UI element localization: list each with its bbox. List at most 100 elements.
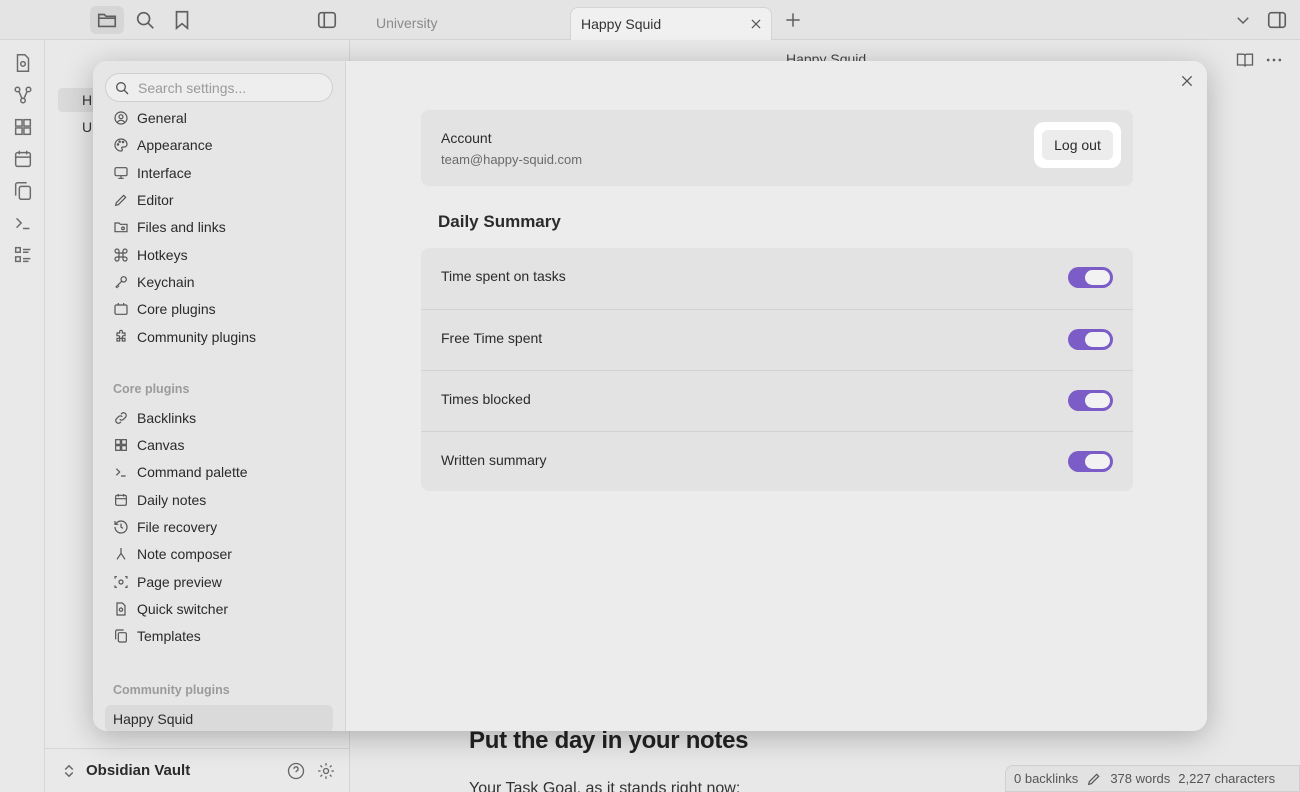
nav-command-palette[interactable]: Command palette	[105, 458, 333, 485]
nav-files-and-links[interactable]: Files and links	[105, 213, 333, 240]
setting-row: Free Time spent	[421, 309, 1133, 370]
nav-label: Page preview	[137, 573, 222, 590]
tab-label: Happy Squid	[581, 16, 662, 32]
folder-icon[interactable]	[96, 9, 118, 31]
logout-button[interactable]: Log out	[1042, 130, 1113, 160]
close-icon[interactable]	[749, 17, 763, 31]
nav-label: Templates	[137, 627, 201, 644]
nav-label: Keychain	[137, 273, 195, 290]
tab-university[interactable]: University	[366, 7, 566, 41]
nav-general[interactable]: General	[105, 104, 333, 131]
settings-search-input[interactable]	[138, 79, 318, 96]
file-icon[interactable]	[12, 52, 34, 74]
toggle-free-time-spent[interactable]	[1068, 329, 1113, 350]
history-icon	[113, 519, 129, 535]
setting-row: Written summary	[421, 431, 1133, 492]
sidebar-toggle-icon[interactable]	[316, 9, 338, 31]
copy-icon	[113, 628, 129, 644]
nav-label: Community plugins	[137, 328, 257, 345]
note-text: Your Task Goal, as it stands right now:	[469, 780, 741, 792]
nav-label: Canvas	[137, 436, 185, 453]
chevron-down-icon[interactable]	[1234, 11, 1252, 29]
edit-pencil-icon[interactable]	[1086, 771, 1102, 787]
nav-backlinks[interactable]: Backlinks	[105, 404, 333, 431]
file-item[interactable]: H	[82, 92, 92, 108]
community-plugins-heading: Community plugins	[113, 683, 230, 697]
nav-canvas[interactable]: Canvas	[105, 431, 333, 458]
link-icon	[113, 410, 129, 426]
plug-box-icon	[113, 301, 129, 317]
daily-summary-card: Time spent on tasks Free Time spent Time…	[421, 248, 1133, 491]
word-count: 378 words	[1110, 771, 1171, 786]
help-icon[interactable]	[286, 761, 306, 781]
search-icon	[114, 80, 130, 96]
list-checks-icon[interactable]	[12, 244, 34, 266]
nav-label: Interface	[137, 164, 192, 181]
setting-label: Free Time spent	[441, 330, 543, 346]
account-email: team@happy-squid.com	[441, 152, 583, 167]
plugin-settings-panel: Account team@happy-squid.com Log out Dai…	[346, 61, 1207, 731]
nav-note-composer[interactable]: Note composer	[105, 540, 333, 567]
toggle-knob	[1085, 270, 1110, 285]
tab-happy-squid[interactable]: Happy Squid	[570, 7, 772, 41]
terminal-icon[interactable]	[12, 212, 34, 234]
settings-nav: General Appearance Interface Editor File…	[93, 61, 346, 731]
nav-happy-squid[interactable]: Happy Squid	[105, 705, 333, 731]
nav-daily-notes[interactable]: Daily notes	[105, 486, 333, 513]
toggle-written-summary[interactable]	[1068, 451, 1113, 472]
close-icon[interactable]	[1179, 73, 1195, 89]
setting-row: Times blocked	[421, 370, 1133, 431]
nav-label: Happy Squid	[113, 710, 194, 727]
palette-icon	[113, 137, 129, 153]
nav-label: Core plugins	[137, 300, 216, 317]
account-card: Account team@happy-squid.com Log out	[421, 110, 1133, 186]
nav-community-plugins[interactable]: Community plugins	[105, 323, 333, 350]
terminal-icon	[113, 464, 129, 480]
calendar-icon[interactable]	[12, 148, 34, 170]
toggle-knob	[1085, 393, 1110, 408]
settings-gear-icon[interactable]	[316, 761, 336, 781]
reading-mode-icon[interactable]	[1235, 50, 1255, 70]
more-options-icon[interactable]	[1264, 50, 1284, 70]
backlinks-count[interactable]: 0 backlinks	[1014, 771, 1078, 786]
toggle-times-blocked[interactable]	[1068, 390, 1113, 411]
nav-keychain[interactable]: Keychain	[105, 268, 333, 295]
bookmark-icon[interactable]	[171, 9, 193, 31]
right-sidebar-toggle-icon[interactable]	[1266, 9, 1288, 31]
canvas-icon[interactable]	[12, 116, 34, 138]
nav-page-preview[interactable]: Page preview	[105, 568, 333, 595]
user-circle-icon	[113, 110, 129, 126]
copy-icon[interactable]	[12, 180, 34, 202]
nav-label: Daily notes	[137, 491, 207, 508]
nav-label: Note composer	[137, 545, 232, 562]
nav-interface[interactable]: Interface	[105, 159, 333, 186]
nav-file-recovery[interactable]: File recovery	[105, 513, 333, 540]
nav-label: General	[137, 109, 187, 126]
nav-label: Appearance	[137, 136, 213, 153]
tab-label: University	[376, 15, 438, 31]
calendar-icon	[113, 492, 129, 508]
file-item[interactable]: U	[82, 119, 92, 135]
nav-label: Editor	[137, 191, 174, 208]
vault-switcher-icon[interactable]	[60, 762, 78, 780]
settings-search[interactable]	[105, 73, 333, 102]
folder-link-icon	[113, 219, 129, 235]
nav-hotkeys[interactable]: Hotkeys	[105, 241, 333, 268]
search-icon[interactable]	[134, 9, 156, 31]
nav-appearance[interactable]: Appearance	[105, 131, 333, 158]
setting-label: Written summary	[441, 452, 547, 468]
vault-name[interactable]: Obsidian Vault	[86, 762, 190, 779]
setting-label: Times blocked	[441, 391, 531, 407]
toggle-time-spent-on-tasks[interactable]	[1068, 267, 1113, 288]
graph-icon[interactable]	[12, 84, 34, 106]
toggle-knob	[1085, 454, 1110, 469]
puzzle-icon	[113, 329, 129, 345]
new-tab-icon[interactable]	[783, 10, 803, 30]
nav-templates[interactable]: Templates	[105, 622, 333, 649]
status-bar: 0 backlinks 378 words 2,227 characters	[1005, 765, 1300, 792]
nav-quick-switcher[interactable]: Quick switcher	[105, 595, 333, 622]
nav-editor[interactable]: Editor	[105, 186, 333, 213]
nav-label: Command palette	[137, 463, 248, 480]
account-label: Account	[441, 130, 492, 146]
nav-core-plugins[interactable]: Core plugins	[105, 295, 333, 322]
